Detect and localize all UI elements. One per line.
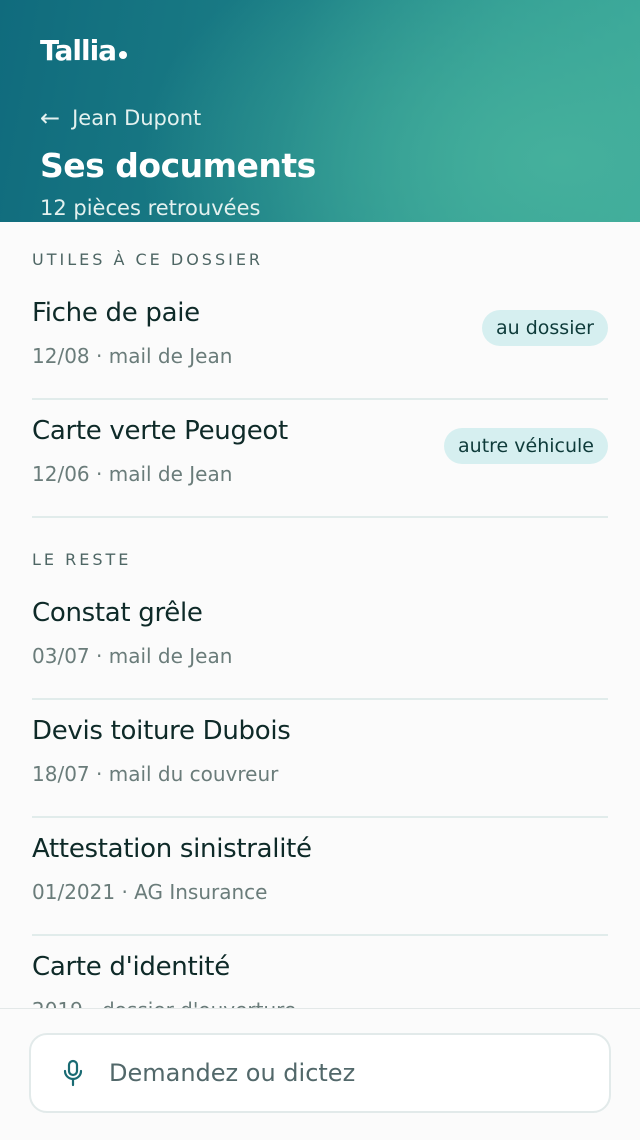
document-title: Attestation sinistralité [32,834,312,864]
document-meta: 18/07 · mail du couvreur [32,762,279,786]
list-item[interactable]: Fiche de paie 12/08 · mail de Jean au do… [32,282,608,400]
divider [32,516,608,518]
ask-input[interactable]: Demandez ou dictez [29,1033,611,1113]
document-meta: 12/08 · mail de Jean [32,344,233,368]
document-title: Constat grêle [32,598,203,628]
back-label: Jean Dupont [72,106,202,130]
back-button[interactable]: ← Jean Dupont [40,104,201,132]
status-badge: au dossier [482,310,608,346]
document-title: Devis toiture Dubois [32,716,291,746]
header: Tallia ← Jean Dupont Ses documents 12 pi… [0,0,640,222]
section-label-useful: UTILES À CE DOSSIER [32,250,264,269]
document-meta: 01/2021 · AG Insurance [32,880,268,904]
list-item[interactable]: Devis toiture Dubois 18/07 · mail du cou… [32,700,608,818]
section-label-rest: LE RESTE [32,550,132,569]
list-item[interactable]: Carte d'identité 2019 · dossier d'ouvert… [32,936,608,1008]
document-meta: 12/06 · mail de Jean [32,462,233,486]
status-badge: autre véhicule [444,428,608,464]
microphone-icon[interactable] [59,1059,87,1087]
document-meta: 2019 · dossier d'ouverture [32,998,296,1008]
page-subtitle: 12 pièces retrouvées [40,196,261,220]
brand-name: Tallia [40,34,117,67]
page-title: Ses documents [40,146,316,185]
arrow-left-icon: ← [40,104,61,132]
list-item[interactable]: Attestation sinistralité 01/2021 · AG In… [32,818,608,936]
document-title: Carte d'identité [32,952,230,982]
list-item[interactable]: Carte verte Peugeot 12/06 · mail de Jean… [32,400,608,518]
document-meta: 03/07 · mail de Jean [32,644,233,668]
list-item[interactable]: Constat grêle 03/07 · mail de Jean [32,582,608,700]
composer-bar: Demandez ou dictez [0,1008,640,1140]
documents-list[interactable]: UTILES À CE DOSSIER Fiche de paie 12/08 … [0,222,640,1008]
brand-logo[interactable]: Tallia [40,34,128,67]
brand-dot-icon [119,51,128,59]
ask-placeholder: Demandez ou dictez [109,1059,356,1087]
document-title: Carte verte Peugeot [32,416,288,446]
document-title: Fiche de paie [32,298,200,328]
